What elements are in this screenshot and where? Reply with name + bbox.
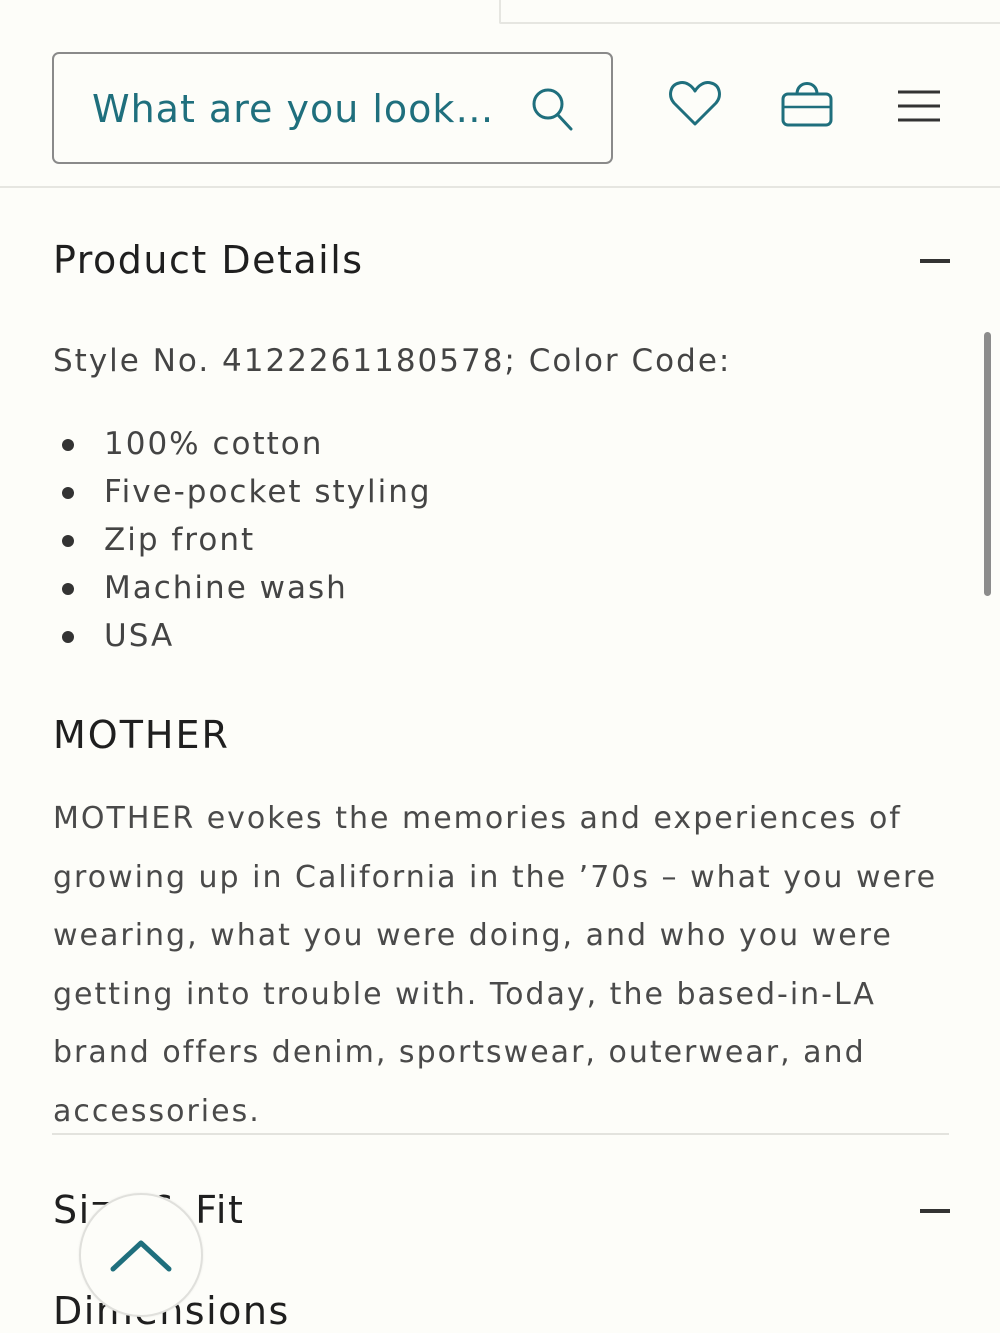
brand-title: MOTHER (53, 713, 230, 757)
search-input[interactable] (92, 80, 492, 138)
style-number: Style No. 4122261180578; Color Code: (53, 343, 732, 379)
section-divider (52, 1133, 949, 1135)
search-box[interactable] (52, 52, 613, 164)
collapse-minus-icon[interactable] (920, 1209, 950, 1213)
brand-description: MOTHER evokes the memories and experienc… (53, 801, 938, 1129)
list-item: Zip front (62, 516, 432, 564)
site-header (0, 0, 1000, 188)
list-item: Machine wash (62, 564, 432, 612)
list-item: USA (62, 612, 432, 660)
product-page: Product Details Style No. 4122261180578;… (0, 0, 1000, 1333)
collapse-minus-icon[interactable] (920, 259, 950, 263)
product-details-title[interactable]: Product Details (53, 238, 364, 282)
hamburger-menu-icon[interactable] (897, 88, 941, 124)
list-item: 100% cotton (62, 420, 432, 468)
shopping-bag-icon[interactable] (780, 76, 834, 128)
search-icon[interactable] (530, 86, 574, 132)
heart-icon[interactable] (668, 80, 722, 128)
back-to-top-button[interactable] (79, 1193, 203, 1317)
chevron-up-icon (110, 1240, 172, 1272)
scrollbar[interactable] (984, 332, 991, 596)
list-item: Five-pocket styling (62, 468, 432, 516)
product-features-list: 100% cotton Five-pocket styling Zip fron… (62, 420, 432, 660)
